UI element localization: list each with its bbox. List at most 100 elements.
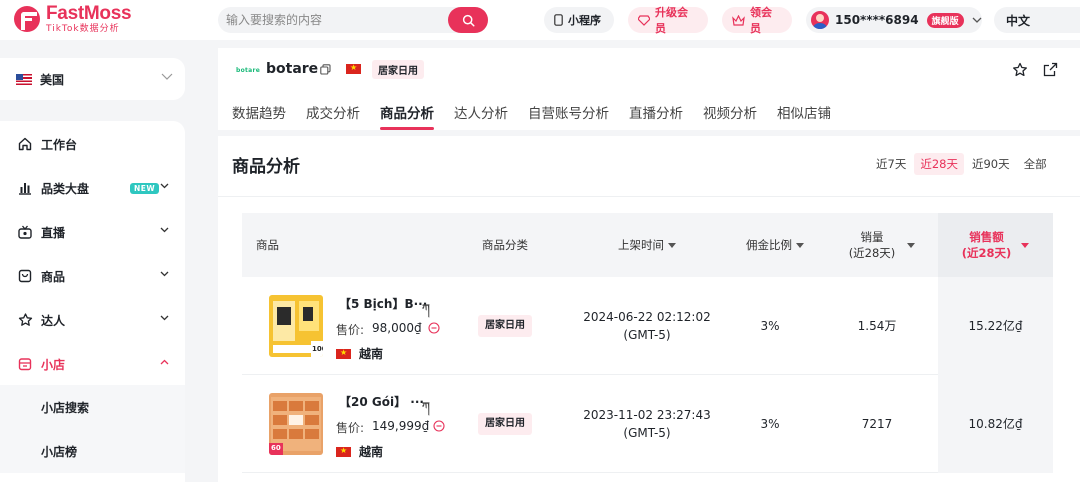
- category-cell: 居家日用: [460, 277, 550, 375]
- revenue-cell: 10.82亿₫: [968, 417, 1023, 431]
- thumbnail-label: 100: [312, 345, 323, 353]
- plan-badge: 旗舰版: [926, 12, 964, 28]
- vietnam-flag-icon: [336, 347, 351, 359]
- sidebar-item-label: 直播: [41, 225, 66, 240]
- chevron-down-icon: [160, 271, 169, 277]
- mini-program-label: 小程序: [568, 14, 601, 27]
- star-person-icon: [18, 313, 32, 326]
- logo-tagline: TikTok数据分析: [46, 24, 120, 34]
- upgrade-button[interactable]: 升级会员: [628, 6, 708, 35]
- range-90-days[interactable]: 近90天: [966, 153, 1016, 175]
- product-price: 98,000₫: [372, 321, 422, 335]
- table-row[interactable]: 100 【5 Bịch】B··· ཀ 售价: 98,000₫ 越南 居家日用 2…: [242, 277, 1053, 375]
- sidebar-item-products[interactable]: 商品: [0, 254, 185, 298]
- price-label: 售价:: [336, 323, 365, 337]
- chevron-down-icon: [160, 183, 169, 189]
- tab-live-analysis[interactable]: 直播分析: [629, 102, 683, 130]
- search-input[interactable]: [218, 7, 438, 33]
- product-table: 商品 商品分类 上架时间 佣金比例 销量 (近28天) 销售额 (近28天) 1…: [242, 213, 1053, 482]
- sort-down-icon: [1021, 242, 1030, 248]
- account-name: 150****6894: [835, 13, 919, 27]
- sidebar-item-category[interactable]: 品类大盘 NEW: [0, 166, 185, 210]
- bar-chart-icon: [19, 183, 31, 195]
- range-7-days[interactable]: 近7天: [870, 153, 912, 175]
- header-product: 商品: [256, 238, 279, 252]
- chevron-down-icon: [161, 73, 173, 80]
- header-commission[interactable]: 佣金比例: [720, 213, 830, 277]
- category-tag: 居家日用: [478, 413, 532, 435]
- mini-program-button[interactable]: 小程序: [544, 7, 614, 33]
- new-badge: NEW: [130, 183, 160, 194]
- store-icon: [18, 358, 32, 371]
- bag-icon: [18, 269, 32, 283]
- sort-down-icon: [796, 242, 804, 248]
- us-flag-icon: [16, 73, 32, 85]
- sidebar-subitem-store-search[interactable]: 小店搜索: [0, 385, 185, 429]
- product-name[interactable]: 【20 Gói】 ···: [339, 393, 424, 410]
- phone-icon: [554, 14, 563, 26]
- upgrade-label: 升级会员: [655, 6, 688, 35]
- tab-transaction-analysis[interactable]: 成交分析: [306, 102, 360, 130]
- sidebar-item-store[interactable]: 小店: [0, 342, 185, 386]
- search-box: [218, 7, 488, 33]
- avatar: [811, 11, 829, 29]
- country-label: 越南: [359, 445, 384, 459]
- price-info-icon[interactable]: [433, 420, 445, 432]
- header-category: 商品分类: [482, 238, 528, 252]
- tab-video-analysis[interactable]: 视频分析: [703, 102, 757, 130]
- table-header: 商品 商品分类 上架时间 佣金比例 销量 (近28天) 销售额 (近28天): [242, 213, 1053, 277]
- header-listed-time[interactable]: 上架时间: [582, 213, 712, 277]
- thumbnail-label: 60: [271, 444, 281, 452]
- listed-time-cell: 2024-06-22 02:12:02 (GMT-5): [583, 310, 711, 342]
- revenue-cell: 15.22亿₫: [968, 319, 1023, 333]
- shop-logo: botare: [236, 67, 261, 74]
- header-revenue[interactable]: 销售额 (近28天): [938, 213, 1053, 277]
- shop-header: botare botare 居家日用 数据趋势 成交分析 商品分析 达人分析 自…: [218, 48, 1080, 130]
- product-price: 149,999₫: [372, 419, 430, 433]
- favorite-star-icon[interactable]: [1012, 62, 1028, 78]
- region-label: 美国: [40, 72, 65, 87]
- external-link-icon[interactable]: [1043, 62, 1058, 77]
- sidebar-item-live[interactable]: 直播: [0, 210, 185, 254]
- logo-mark-icon: [14, 6, 40, 32]
- shop-category-tag: 居家日用: [372, 60, 424, 79]
- header-sales[interactable]: 销量 (近28天): [832, 213, 932, 277]
- price-info-icon[interactable]: [428, 322, 440, 334]
- region-selector[interactable]: 美国: [0, 58, 185, 100]
- listed-time-cell: 2023-11-02 23:27:43 (GMT-5): [583, 408, 711, 440]
- date-range-selector: 近7天 近28天 近90天 全部: [868, 153, 1053, 175]
- search-button[interactable]: [448, 7, 488, 33]
- sidebar-subitem-label: 小店搜索: [41, 400, 90, 415]
- product-thumbnail[interactable]: 100: [269, 295, 323, 357]
- tab-product-analysis[interactable]: 商品分析: [380, 102, 434, 130]
- top-bar: FastMoss TikTok数据分析 小程序 升级会员 领会员 150****…: [0, 0, 1080, 40]
- product-name[interactable]: 【5 Bịch】B···: [339, 295, 427, 312]
- range-all[interactable]: 全部: [1018, 153, 1053, 175]
- tab-influencer-analysis[interactable]: 达人分析: [454, 102, 508, 130]
- range-28-days[interactable]: 近28天: [914, 153, 964, 175]
- copy-icon[interactable]: [320, 64, 331, 75]
- sidebar-subitem-store-ranking[interactable]: 小店榜: [0, 429, 185, 473]
- sidebar-menu: 工作台 品类大盘 NEW 直播 商品 达人 小店 小店搜索 小店榜: [0, 121, 185, 482]
- get-membership-button[interactable]: 领会员: [722, 6, 792, 35]
- chevron-down-icon: [160, 227, 169, 233]
- sidebar-item-label: 品类大盘: [41, 181, 90, 196]
- language-switch[interactable]: 中文: [994, 7, 1080, 33]
- section-title: 商品分析: [232, 157, 300, 177]
- chevron-up-icon: [160, 359, 169, 365]
- table-row[interactable]: 60 【20 Gói】 ··· ཀ 售价: 149,999₫ 越南 居家日用 2…: [242, 375, 1053, 473]
- sidebar-item-label: 工作台: [41, 137, 78, 152]
- tab-similar-shops[interactable]: 相似店铺: [777, 102, 831, 130]
- commission-cell: 3%: [760, 417, 780, 431]
- tab-own-account-analysis[interactable]: 自营账号分析: [528, 102, 609, 130]
- sort-down-icon: [907, 242, 916, 248]
- product-thumbnail[interactable]: 60: [269, 393, 323, 455]
- product-country: 越南: [336, 443, 383, 460]
- fastmoss-logo[interactable]: FastMoss TikTok数据分析: [14, 4, 132, 34]
- sidebar-item-influencers[interactable]: 达人: [0, 298, 185, 342]
- sidebar-item-workbench[interactable]: 工作台: [0, 122, 185, 166]
- tab-data-trend[interactable]: 数据趋势: [232, 102, 286, 130]
- search-icon: [462, 14, 475, 27]
- vietnam-flag-icon: [346, 62, 361, 74]
- account-menu[interactable]: 150****6894 旗舰版: [806, 7, 982, 33]
